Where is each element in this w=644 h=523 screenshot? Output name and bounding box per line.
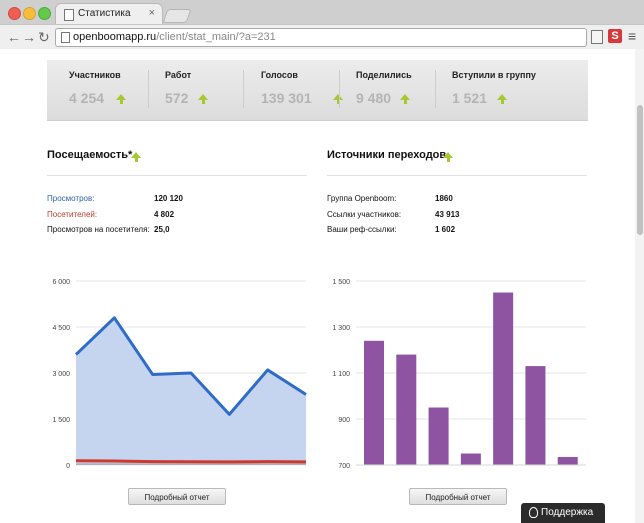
y-tick-label: 3 000 — [52, 371, 70, 378]
browser-toolbar: ← → ↻ openboomapp.ru/client/stat_main/?a… — [0, 24, 644, 49]
stat-label: Вступили в группу — [452, 70, 536, 80]
divider — [327, 175, 587, 176]
source-group-value: 1860 — [435, 194, 453, 203]
stat-value: 9 480 — [356, 90, 392, 106]
y-tick-label: 1 100 — [332, 371, 350, 378]
stat-label: Работ — [165, 70, 192, 80]
source-ref-links-value: 1 602 — [435, 225, 456, 234]
visitors-label: Посетителей: — [47, 210, 98, 219]
stat-value: 1 521 — [452, 90, 488, 106]
support-label: Поддержка — [541, 507, 594, 518]
sources-chart: 1 500 1 300 1 100 900 700 — [332, 279, 586, 470]
bar — [428, 407, 449, 465]
y-tick-label: 1 300 — [332, 325, 350, 332]
bar — [525, 366, 546, 465]
visitors-value: 4 802 — [154, 210, 175, 219]
views-label: Просмотров: — [47, 194, 95, 203]
bar — [364, 340, 385, 465]
reload-icon[interactable]: ↻ — [38, 29, 50, 46]
y-tick-label: 700 — [338, 463, 350, 470]
visitors-line — [75, 459, 307, 464]
arrow-up-icon — [333, 94, 343, 104]
stats-bar: Участников 4 254 Работ 572 Голосов 139 3… — [47, 60, 588, 121]
y-tick-label: 1 500 — [52, 417, 70, 424]
arrow-up-icon — [443, 152, 453, 162]
stat-label: Поделились — [356, 70, 412, 80]
views-per-visitor-label: Просмотров на посетителя: — [47, 225, 150, 234]
tab-strip: Статистика × — [0, 0, 644, 24]
bar — [557, 456, 578, 465]
sources-report-button[interactable]: Подробный отчет — [409, 488, 507, 505]
browser-chrome: Статистика × ← → ↻ openboomapp.ru/client… — [0, 0, 644, 49]
stat-label: Голосов — [261, 70, 298, 80]
attendance-chart: 6 000 4 500 3 000 1 500 0 — [52, 279, 307, 470]
stat-value: 4 254 — [69, 90, 105, 106]
bar — [493, 292, 514, 465]
address-bar[interactable]: openboomapp.ru/client/stat_main/?a=231 — [55, 28, 587, 47]
y-tick-label: 1 500 — [332, 279, 350, 286]
y-tick-label: 6 000 — [52, 279, 70, 286]
url-host: openboomapp.ru — [73, 31, 157, 43]
stat-value: 139 301 — [261, 90, 312, 106]
divider — [47, 175, 307, 176]
views-value: 120 120 — [154, 194, 183, 203]
page-icon — [61, 32, 70, 43]
tab-title: Статистика — [78, 8, 131, 19]
y-tick-label: 4 500 — [52, 325, 70, 332]
y-tick-label: 900 — [338, 417, 350, 424]
address-url[interactable]: openboomapp.ru/client/stat_main/?a=231 — [73, 31, 276, 43]
views-area — [76, 317, 306, 465]
bar — [460, 453, 481, 465]
forward-icon[interactable]: → — [22, 29, 36, 45]
page-content: Участников 4 254 Работ 572 Голосов 139 3… — [0, 49, 644, 523]
browser-tab[interactable]: Статистика × — [55, 3, 163, 24]
divider — [339, 70, 340, 108]
arrow-up-icon — [131, 152, 141, 162]
source-participants-label: Ссылки участников: — [327, 210, 402, 219]
bar — [396, 354, 417, 465]
attendance-title: Посещаемость* — [47, 149, 133, 161]
lightbulb-icon — [529, 507, 538, 518]
stat-value: 572 — [165, 90, 189, 106]
arrow-up-icon — [198, 94, 208, 104]
source-group-label: Группа Openboom: — [327, 194, 397, 203]
scrollbar-thumb[interactable] — [637, 105, 643, 235]
arrow-up-icon — [116, 94, 126, 104]
divider — [148, 70, 149, 108]
tab-close-icon[interactable]: × — [149, 7, 155, 19]
views-per-visitor-value: 25,0 — [154, 225, 170, 234]
page-extension-icon[interactable] — [591, 30, 603, 44]
maximize-window-button[interactable] — [38, 7, 51, 20]
source-participants-value: 43 913 — [435, 210, 460, 219]
url-path: /client/stat_main/?a=231 — [156, 31, 276, 43]
arrow-up-icon — [497, 94, 507, 104]
stat-label: Участников — [69, 70, 121, 80]
close-window-button[interactable] — [8, 7, 21, 20]
extension-s-icon[interactable]: S — [608, 29, 622, 43]
support-button[interactable]: Поддержка — [521, 503, 605, 523]
attendance-report-button[interactable]: Подробный отчет — [128, 488, 226, 505]
menu-icon[interactable]: ≡ — [628, 28, 636, 44]
y-tick-label: 0 — [66, 463, 70, 470]
back-icon[interactable]: ← — [7, 29, 21, 45]
document-icon — [64, 9, 74, 21]
scrollbar[interactable] — [635, 49, 644, 523]
source-ref-links-label: Ваши реф-ссылки: — [327, 225, 397, 234]
divider — [435, 70, 436, 108]
minimize-window-button[interactable] — [23, 7, 36, 20]
new-tab-button[interactable] — [162, 9, 192, 23]
sources-title: Источники переходов — [327, 149, 447, 161]
divider — [243, 70, 244, 108]
arrow-up-icon — [400, 94, 410, 104]
